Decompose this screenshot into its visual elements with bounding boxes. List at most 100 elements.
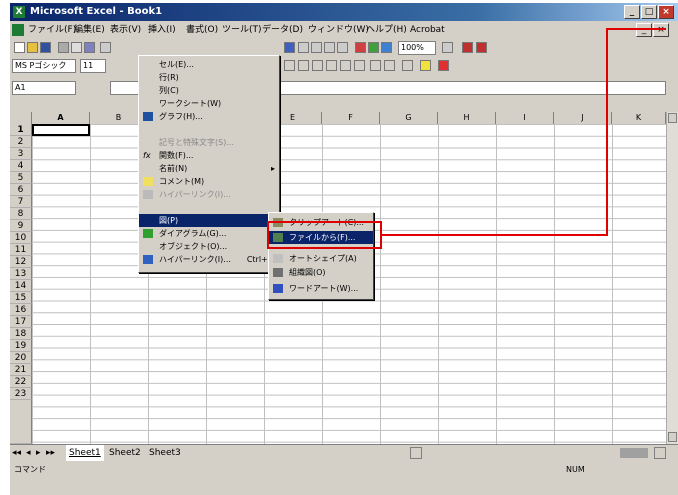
menu-tools[interactable]: ツール(T) — [222, 21, 262, 39]
row-header[interactable]: 20 — [10, 352, 32, 364]
menu-data[interactable]: データ(D) — [262, 21, 303, 39]
open-icon[interactable] — [27, 42, 38, 53]
minimize-button[interactable]: _ — [624, 5, 640, 19]
print-icon[interactable] — [58, 42, 69, 53]
col-header-f[interactable]: F — [322, 112, 380, 124]
tab-sheet2[interactable]: Sheet2 — [106, 445, 144, 461]
row-header[interactable]: 14 — [10, 280, 32, 292]
row-header[interactable]: 23 — [10, 388, 32, 400]
tab-last-icon[interactable]: ▸▸ — [46, 445, 55, 461]
row-header[interactable]: 22 — [10, 376, 32, 388]
print-preview-icon[interactable] — [71, 42, 82, 53]
picture-org-chart-item[interactable]: 組織図(O) — [269, 266, 373, 279]
menu-window[interactable]: ウィンドウ(W) — [308, 21, 369, 39]
col-header-k[interactable]: K — [612, 112, 666, 124]
zoom-select[interactable]: 100% — [398, 41, 436, 55]
hscroll-left-icon[interactable] — [410, 447, 422, 459]
close-button[interactable]: × — [658, 5, 674, 19]
insert-cells-item[interactable]: セル(E)... — [139, 58, 279, 71]
row-header[interactable]: 21 — [10, 364, 32, 376]
drawing-icon[interactable] — [368, 42, 379, 53]
menu-insert[interactable]: 挿入(I) — [148, 21, 176, 39]
insert-object-item[interactable]: オブジェクト(O)... — [139, 240, 279, 253]
menu-edit[interactable]: 編集(E) — [74, 21, 105, 39]
col-header-a[interactable]: A — [32, 112, 90, 124]
tab-sheet1[interactable]: Sheet1 — [66, 445, 104, 461]
row-header[interactable]: 1 — [10, 124, 32, 136]
function-icon[interactable] — [311, 42, 322, 53]
insert-function-item[interactable]: fx 関数(F)... — [139, 149, 279, 162]
tab-first-icon[interactable]: ◂◂ — [12, 445, 21, 461]
row-header[interactable]: 4 — [10, 160, 32, 172]
autosum-icon[interactable] — [298, 42, 309, 53]
insert-worksheet-item[interactable]: ワークシート(W) — [139, 97, 279, 110]
row-header[interactable]: 12 — [10, 256, 32, 268]
merge-center-icon[interactable] — [298, 60, 309, 71]
menu-help[interactable]: ヘルプ(H) — [366, 21, 407, 39]
document-icon[interactable] — [12, 24, 24, 36]
tab-next-icon[interactable]: ▸ — [36, 445, 41, 461]
chart-wizard-icon[interactable] — [355, 42, 366, 53]
insert-comment-item[interactable]: コメント(M) — [139, 175, 279, 188]
insert-picture-item[interactable]: 図(P)▸ — [139, 214, 279, 227]
select-all-corner[interactable] — [10, 112, 32, 124]
row-header[interactable]: 13 — [10, 268, 32, 280]
font-color-icon[interactable] — [438, 60, 449, 71]
row-header[interactable]: 6 — [10, 184, 32, 196]
col-header-i[interactable]: I — [496, 112, 554, 124]
active-cell[interactable] — [32, 124, 90, 136]
borders-icon[interactable] — [402, 60, 413, 71]
maximize-button[interactable]: □ — [641, 5, 657, 19]
excel-app-icon[interactable]: X — [13, 6, 25, 18]
scroll-up-icon[interactable] — [668, 113, 677, 123]
insert-diagram-item[interactable]: ダイアグラム(G)... — [139, 227, 279, 240]
tab-prev-icon[interactable]: ◂ — [26, 445, 31, 461]
col-header-g[interactable]: G — [380, 112, 438, 124]
row-header[interactable]: 16 — [10, 304, 32, 316]
font-name-select[interactable]: MS Pゴシック — [12, 59, 76, 73]
percent-icon[interactable] — [312, 60, 323, 71]
row-header[interactable]: 15 — [10, 292, 32, 304]
doc-minimize-button[interactable]: _ — [636, 23, 652, 37]
row-header[interactable]: 2 — [10, 136, 32, 148]
row-header[interactable]: 19 — [10, 340, 32, 352]
insert-columns-item[interactable]: 列(C) — [139, 84, 279, 97]
row-header[interactable]: 17 — [10, 316, 32, 328]
hscroll-thumb[interactable] — [620, 448, 648, 458]
insert-rows-item[interactable]: 行(R) — [139, 71, 279, 84]
decrease-indent-icon[interactable] — [370, 60, 381, 71]
help-icon[interactable] — [442, 42, 453, 53]
sort-ascending-icon[interactable] — [324, 42, 335, 53]
row-header[interactable]: 10 — [10, 232, 32, 244]
row-header[interactable]: 18 — [10, 328, 32, 340]
row-header[interactable]: 5 — [10, 172, 32, 184]
fill-color-icon[interactable] — [420, 60, 431, 71]
scroll-down-icon[interactable] — [668, 432, 677, 442]
cut-icon[interactable] — [100, 42, 111, 53]
doc-close-button[interactable]: × — [653, 23, 669, 37]
font-size-select[interactable]: 11 — [80, 59, 106, 73]
acrobat-email-icon[interactable] — [476, 42, 487, 53]
row-header[interactable]: 11 — [10, 244, 32, 256]
row-header[interactable]: 7 — [10, 196, 32, 208]
increase-indent-icon[interactable] — [384, 60, 395, 71]
insert-name-item[interactable]: 名前(N) ▸ — [139, 162, 279, 175]
name-box[interactable]: A1 — [12, 81, 76, 95]
menu-acrobat[interactable]: Acrobat — [410, 21, 445, 39]
align-right-icon[interactable] — [284, 60, 295, 71]
picture-wordart-item[interactable]: ワードアート(W)... — [269, 282, 373, 295]
picture-autoshape-item[interactable]: オートシェイプ(A) — [269, 252, 373, 265]
save-icon[interactable] — [40, 42, 51, 53]
hscroll-right-icon[interactable] — [654, 447, 666, 459]
col-header-j[interactable]: J — [554, 112, 612, 124]
menu-view[interactable]: 表示(V) — [110, 21, 141, 39]
row-header[interactable]: 3 — [10, 148, 32, 160]
acrobat-pdf-icon[interactable] — [462, 42, 473, 53]
menu-file[interactable]: ファイル(F) — [28, 21, 76, 39]
sort-descending-icon[interactable] — [337, 42, 348, 53]
comma-style-icon[interactable] — [326, 60, 337, 71]
new-icon[interactable] — [14, 42, 25, 53]
insert-chart-item[interactable]: グラフ(H)... — [139, 110, 279, 123]
menu-format[interactable]: 書式(O) — [186, 21, 218, 39]
hyperlink-icon[interactable] — [284, 42, 295, 53]
